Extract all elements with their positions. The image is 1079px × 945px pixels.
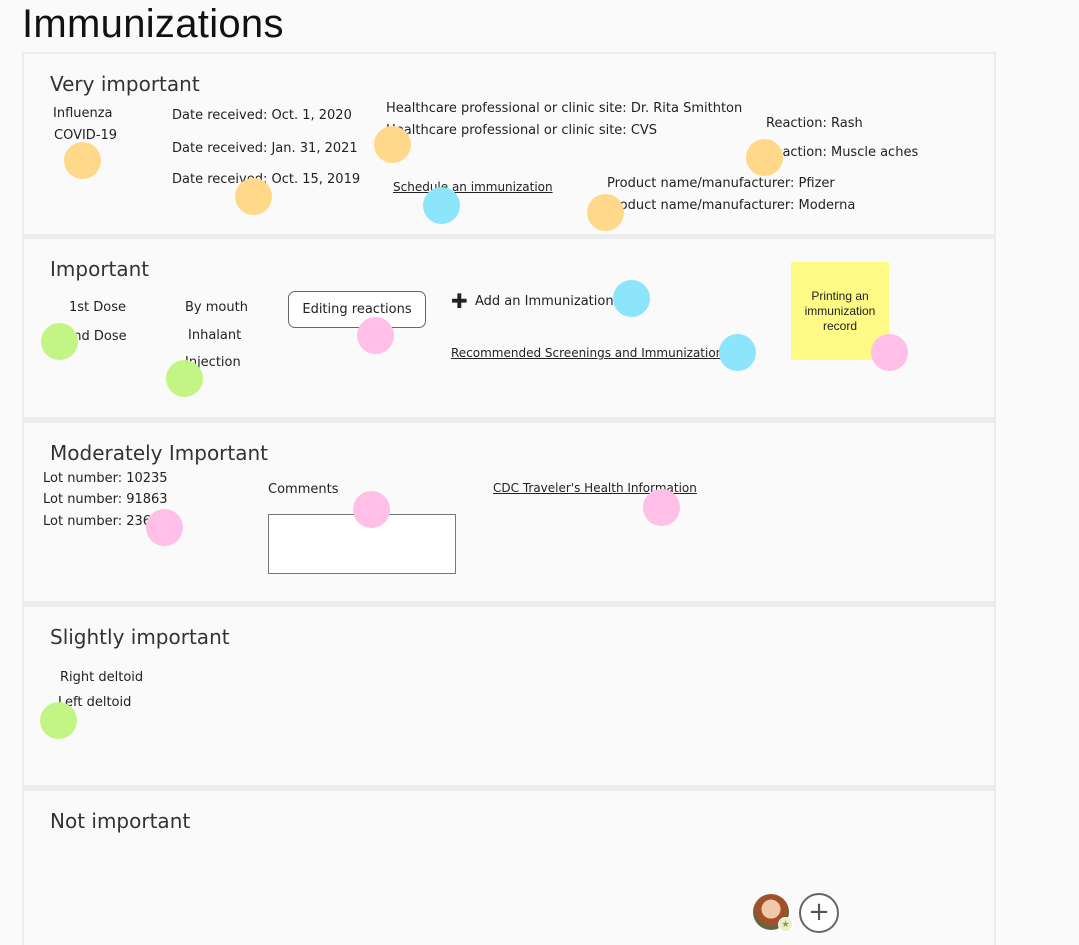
card-dose-1[interactable]: 1st Dose: [69, 300, 126, 315]
vote-dot[interactable]: [587, 194, 624, 231]
card-covid19[interactable]: COVID-19: [54, 128, 117, 143]
section-title: Slightly important: [50, 625, 230, 649]
vote-dot[interactable]: [64, 142, 101, 179]
schedule-immunization-link[interactable]: Schedule an immunization: [393, 180, 553, 194]
card-date-1[interactable]: Date received: Oct. 1, 2020: [172, 108, 352, 123]
vote-dot[interactable]: [353, 491, 390, 528]
vote-dot[interactable]: [423, 187, 460, 224]
section-title: Not important: [50, 809, 191, 833]
card-date-2[interactable]: Date received: Jan. 31, 2021: [172, 141, 358, 156]
editing-reactions-button[interactable]: Editing reactions: [288, 291, 426, 328]
card-right-deltoid[interactable]: Right deltoid: [60, 670, 143, 685]
card-route-1[interactable]: By mouth: [185, 300, 248, 315]
vote-dot[interactable]: [40, 702, 77, 739]
add-immunization-label[interactable]: Add an Immunization: [475, 294, 614, 309]
card-influenza[interactable]: Influenza: [53, 106, 113, 121]
section-very-important: Very important Influenza COVID-19 Date r…: [24, 54, 994, 234]
add-circle-icon[interactable]: +: [799, 893, 839, 933]
section-slightly-important: Slightly important Right deltoid Left de…: [24, 607, 994, 785]
vote-dot[interactable]: [719, 334, 756, 371]
plus-icon[interactable]: ✚: [451, 289, 468, 313]
vote-dot[interactable]: [613, 280, 650, 317]
card-route-2[interactable]: Inhalant: [188, 328, 241, 343]
vote-dot[interactable]: [41, 323, 78, 360]
recommended-screenings-link[interactable]: Recommended Screenings and Immunization: [451, 346, 723, 360]
star-icon: ★: [778, 917, 793, 932]
card-site-2[interactable]: Healthcare professional or clinic site: …: [386, 123, 657, 138]
section-title: Very important: [50, 72, 200, 96]
comments-label: Comments: [268, 482, 339, 497]
card-reaction-1[interactable]: Reaction: Rash: [766, 116, 863, 131]
card-lot-2[interactable]: Lot number: 91863: [43, 492, 168, 507]
page-title: Immunizations: [22, 2, 284, 46]
vote-dot[interactable]: [374, 126, 411, 163]
card-product-1[interactable]: Product name/manufacturer: Pfizer: [607, 176, 835, 191]
card-lot-3[interactable]: Lot number: 236: [43, 514, 151, 529]
section-title: Moderately Important: [50, 441, 269, 465]
vote-dot[interactable]: [146, 509, 183, 546]
card-reaction-2[interactable]: Reaction: Muscle aches: [766, 145, 918, 160]
vote-dot[interactable]: [643, 489, 680, 526]
vote-dot[interactable]: [166, 360, 203, 397]
vote-dot[interactable]: [746, 139, 783, 176]
section-not-important: Not important: [24, 791, 994, 945]
vote-dot[interactable]: [235, 178, 272, 215]
vote-dot[interactable]: [871, 334, 908, 371]
card-product-2[interactable]: Product name/manufacturer: Moderna: [607, 198, 855, 213]
section-title: Important: [50, 257, 150, 281]
card-site-1[interactable]: Healthcare professional or clinic site: …: [386, 101, 742, 116]
card-lot-1[interactable]: Lot number: 10235: [43, 471, 168, 486]
vote-dot[interactable]: [357, 317, 394, 354]
